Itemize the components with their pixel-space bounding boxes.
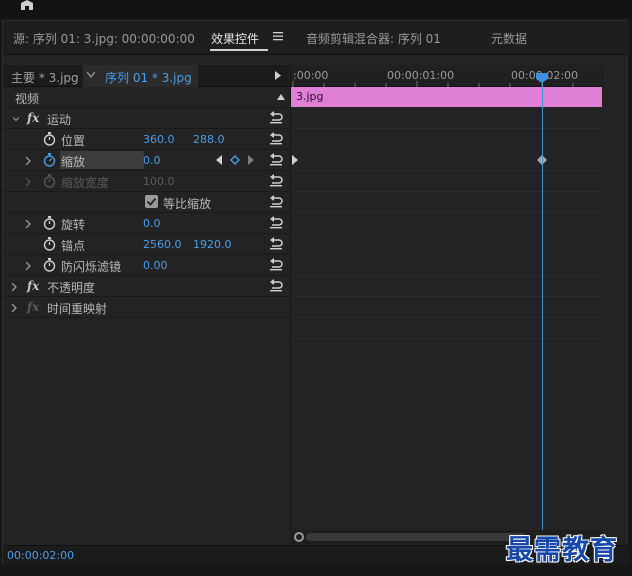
master-clip-label[interactable]: 主要 * 3.jpg [11,69,79,86]
fx-badge-icon[interactable]: fx [27,111,39,125]
ruler-ticks [292,81,574,87]
time-remapping-effect-row[interactable]: fx 时间重映射 [3,297,289,318]
timeline-row-divider [291,212,604,213]
stopwatch-disabled-icon [43,174,56,188]
panel-tabs: 源: 序列 01: 3.jpg: 00:00:00:00 效果控件 音频剪辑混合… [3,21,629,55]
add-keyframe-icon[interactable] [230,155,240,165]
scale-width-row: 缩放宽度 100.0 [3,171,289,192]
tab-effect-controls[interactable]: 效果控件 [211,30,259,47]
checkmark-icon [146,197,157,206]
anchor-x-value[interactable]: 2560.0 [143,238,182,251]
reset-icon[interactable] [269,237,283,250]
anchor-point-label: 锚点 [61,239,86,253]
stopwatch-icon[interactable] [43,132,56,146]
sequence-clip-label: 序列 01 * 3.jpg [105,71,192,85]
opacity-effect-row[interactable]: fx 不透明度 [3,276,289,297]
rotation-row: 旋转 0.0 [3,213,289,234]
chevron-expanded-icon[interactable] [13,115,19,123]
chevron-right-icon[interactable] [11,283,17,291]
rotation-label: 旋转 [61,218,86,232]
reset-icon[interactable] [269,153,283,166]
stopwatch-active-icon[interactable] [43,153,56,167]
timeline-row-divider [291,338,604,339]
video-label: 视频 [15,92,40,106]
timeline-row-divider [291,191,604,192]
chevron-right-icon[interactable] [11,304,17,312]
active-tab-underline [210,49,268,51]
sequence-clip-selector[interactable]: 序列 01 * 3.jpg [83,65,198,87]
position-row: 位置 360.0 288.0 [3,129,289,150]
play-triangle-icon[interactable] [275,71,281,80]
position-x-value[interactable]: 360.0 [143,133,175,146]
zoom-handle-icon[interactable] [294,532,304,542]
scale-row: 缩放 0.0 [3,150,289,171]
motion-label: 运动 [47,113,72,127]
scale-value[interactable]: 0.0 [143,154,161,167]
playhead-handle-icon[interactable] [536,73,548,83]
collapse-up-icon[interactable] [277,94,285,100]
top-bar [0,0,632,18]
reset-icon[interactable] [269,279,283,292]
position-label: 位置 [61,134,86,148]
watermark-logo: 最需教育 [506,535,618,566]
current-timecode[interactable]: 00:00:02:00 [7,549,74,562]
keyframe-start-marker-icon[interactable] [292,155,302,165]
tab-audio-clip-mixer[interactable]: 音频剪辑混合器: 序列 01 [306,30,441,47]
sequence-bar: 主要 * 3.jpg 序列 01 * 3.jpg [3,65,289,87]
panel-menu-icon[interactable] [273,31,283,41]
scale-width-label: 缩放宽度 [61,176,110,190]
anti-flicker-label: 防闪烁滤镜 [61,260,122,274]
position-y-value[interactable]: 288.0 [193,133,225,146]
anchor-y-value[interactable]: 1920.0 [193,238,232,251]
time-remapping-label: 时间重映射 [47,302,108,316]
clip-bar[interactable]: 3.jpg [291,87,602,107]
stopwatch-icon[interactable] [43,258,56,272]
anchor-point-row: 锚点 2560.0 1920.0 [3,234,289,255]
anti-flicker-value[interactable]: 0.00 [143,259,168,272]
uniform-scale-row: 等比缩放 [3,192,289,213]
reset-icon[interactable] [269,132,283,145]
tab-source[interactable]: 源: 序列 01: 3.jpg: 00:00:00:00 [13,30,195,47]
chevron-right-icon[interactable] [25,262,31,270]
motion-effect-row[interactable]: fx 运动 [3,108,289,129]
scale-width-value: 100.0 [143,175,175,188]
timeline-row-divider [291,275,604,276]
time-ruler[interactable]: :00:00 00:00:01:00 00:00:02:00 [291,65,604,87]
reset-icon[interactable] [269,174,283,187]
effect-properties: 主要 * 3.jpg 序列 01 * 3.jpg 视频 fx 运动 位置 360… [3,65,289,545]
timeline-row-divider [291,170,604,171]
timeline-row-divider [291,317,604,318]
chevron-right-icon[interactable] [25,220,31,228]
clip-name: 3.jpg [296,90,324,103]
playhead-line[interactable] [542,75,543,545]
fx-badge-icon[interactable]: fx [27,279,39,293]
scale-label: 缩放 [61,155,86,169]
uniform-scale-label: 等比缩放 [163,197,212,211]
next-keyframe-icon[interactable] [247,155,255,165]
rotation-value[interactable]: 0.0 [143,217,161,230]
timeline-row-divider [291,128,604,129]
home-icon[interactable] [18,0,36,10]
scrollbar-track[interactable] [306,533,526,541]
reset-icon[interactable] [269,216,283,229]
chevron-right-icon[interactable] [25,157,31,165]
opacity-label: 不透明度 [47,281,96,295]
tab-metadata[interactable]: 元数据 [491,30,527,47]
chevron-right-icon [25,178,31,186]
prev-keyframe-icon[interactable] [215,155,223,165]
keyframe-timeline[interactable]: :00:00 00:00:01:00 00:00:02:00 3.jpg [290,65,604,545]
reset-icon[interactable] [269,111,283,124]
effect-controls-panel: 源: 序列 01: 3.jpg: 00:00:00:00 效果控件 音频剪辑混合… [2,20,629,565]
chevron-down-icon [87,72,95,78]
reset-icon[interactable] [269,258,283,271]
video-section-header: 视频 [3,87,289,108]
stopwatch-icon[interactable] [43,237,56,251]
fx-badge-disabled-icon: fx [27,300,40,314]
uniform-scale-checkbox[interactable] [145,195,158,208]
anti-flicker-row: 防闪烁滤镜 0.00 [3,255,289,276]
timeline-row-divider [291,296,604,297]
stopwatch-icon[interactable] [43,216,56,230]
reset-icon[interactable] [269,195,283,208]
